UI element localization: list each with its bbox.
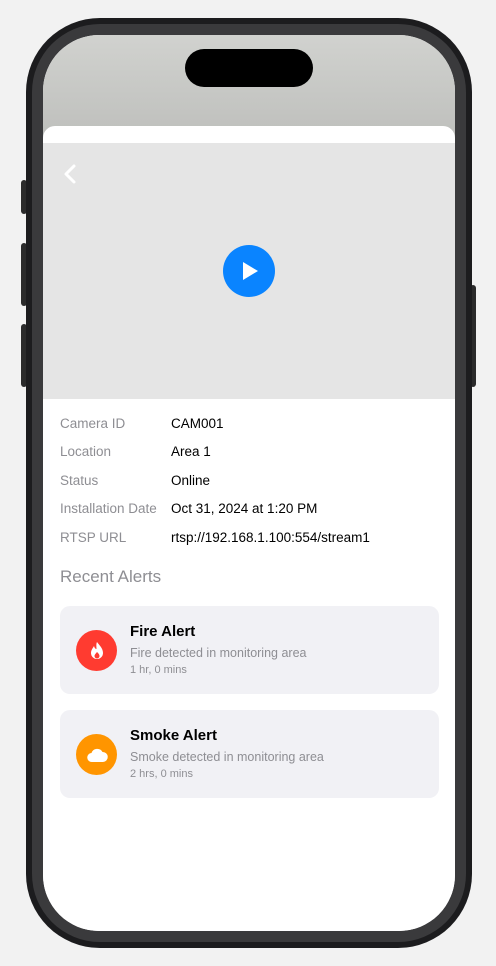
- info-label: Camera ID: [60, 415, 126, 431]
- info-row-installation-date: Installation Date Oct 31, 2024 at 1:20 P…: [60, 495, 440, 524]
- info-row-rtsp-url: RTSP URL rtsp://192.168.1.100:554/stream…: [60, 523, 440, 552]
- screen: Camera ID CAM001 Location Area 1 Status …: [43, 35, 455, 931]
- camera-detail-sheet: Camera ID CAM001 Location Area 1 Status …: [43, 126, 455, 931]
- chevron-left-icon: [64, 164, 76, 184]
- alert-description: Smoke detected in monitoring area: [130, 750, 324, 764]
- alert-icon-badge: [76, 630, 117, 671]
- video-player[interactable]: [43, 143, 455, 399]
- alert-title: Fire Alert: [130, 623, 196, 640]
- dynamic-island: [185, 49, 313, 87]
- info-value: Online: [171, 472, 211, 488]
- info-value: Oct 31, 2024 at 1:20 PM: [171, 501, 318, 517]
- back-button[interactable]: [53, 157, 87, 191]
- alert-icon-badge: [76, 734, 117, 775]
- alert-time: 2 hrs, 0 mins: [130, 768, 193, 780]
- info-label: Status: [60, 472, 99, 488]
- alert-time: 1 hr, 0 mins: [130, 664, 187, 676]
- recent-alerts-heading: Recent Alerts: [60, 567, 162, 586]
- play-icon: [243, 262, 258, 280]
- info-value: CAM001: [171, 415, 224, 431]
- alert-title: Smoke Alert: [130, 727, 217, 744]
- camera-info-list: Camera ID CAM001 Location Area 1 Status …: [60, 409, 440, 552]
- info-value[interactable]: rtsp://192.168.1.100:554/stream1: [171, 530, 370, 545]
- info-label: Installation Date: [60, 501, 157, 517]
- flame-icon: [90, 641, 103, 659]
- alert-card-smoke[interactable]: Smoke Alert Smoke detected in monitoring…: [60, 710, 439, 798]
- info-label: Location: [60, 444, 112, 460]
- alert-card-fire[interactable]: Fire Alert Fire detected in monitoring a…: [60, 606, 439, 694]
- cloud-icon: [86, 748, 108, 762]
- info-value: Area 1: [171, 444, 211, 460]
- info-row-camera-id: Camera ID CAM001: [60, 409, 440, 438]
- info-label: RTSP URL: [60, 529, 127, 545]
- play-button[interactable]: [223, 245, 275, 297]
- phone-frame: Camera ID CAM001 Location Area 1 Status …: [26, 18, 472, 948]
- alert-description: Fire detected in monitoring area: [130, 646, 307, 660]
- info-row-status: Status Online: [60, 466, 440, 495]
- info-row-location: Location Area 1: [60, 438, 440, 467]
